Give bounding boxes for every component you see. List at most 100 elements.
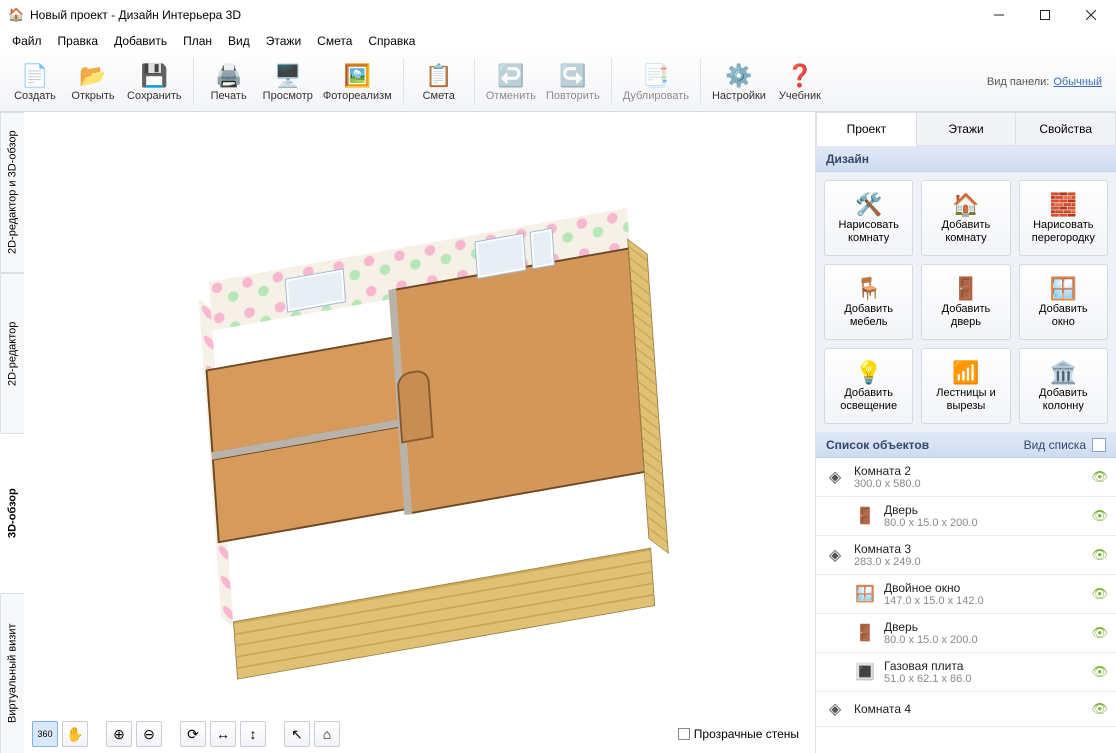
print-button[interactable]: 🖨️Печать <box>200 54 258 109</box>
object-item[interactable]: ◈Комната 3283.0 x 249.0👁 <box>816 536 1116 575</box>
menu-добавить[interactable]: Добавить <box>106 32 175 50</box>
object-name: Газовая плита <box>884 659 971 673</box>
object-door-icon: 🚪 <box>854 505 876 527</box>
viewport-3d[interactable]: 360✋ ⊕⊖ ⟳↔↕ ↖⌂ Прозрачные стены <box>24 112 816 753</box>
object-dimensions: 80.0 x 15.0 x 200.0 <box>884 517 978 529</box>
estimate-label: Смета <box>423 90 455 102</box>
object-name: Комната 2 <box>854 464 921 478</box>
add-door-tool[interactable]: 🚪Добавить дверь <box>921 264 1010 340</box>
realism-button[interactable]: 🖼️Фотореализм <box>318 54 397 109</box>
left-tab-2d-editor[interactable]: 2D-редактор <box>0 273 24 433</box>
save-button[interactable]: 💾Сохранить <box>122 54 187 109</box>
transparent-walls-toggle[interactable]: Прозрачные стены <box>678 727 799 741</box>
open-button[interactable]: 📂Открыть <box>64 54 122 109</box>
settings-button[interactable]: ⚙️Настройки <box>707 54 771 109</box>
stairs-tool[interactable]: 📶Лестницы и вырезы <box>921 348 1010 424</box>
add-column-tool[interactable]: 🏛️Добавить колонну <box>1019 348 1108 424</box>
draw-room-label: Нарисовать комнату <box>838 219 898 245</box>
draw-wall-tool[interactable]: 🧱Нарисовать перегородку <box>1019 180 1108 256</box>
view-tool-zoom-out[interactable]: ⊖ <box>136 721 162 747</box>
view-tool-rotate[interactable]: ⟳ <box>180 721 206 747</box>
add-light-icon: 💡 <box>855 359 882 387</box>
menu-вид[interactable]: Вид <box>220 32 258 50</box>
object-item[interactable]: 🪟Двойное окно147.0 x 15.0 x 142.0👁 <box>816 575 1116 614</box>
print-label: Печать <box>211 90 247 102</box>
menu-смета[interactable]: Смета <box>309 32 360 50</box>
object-item[interactable]: 🔳Газовая плита51.0 x 62.1 x 86.0👁 <box>816 653 1116 692</box>
duplicate-icon: 📑 <box>642 62 669 90</box>
left-tab-2d-3d-review[interactable]: 2D-редактор и 3D-обзор <box>0 112 24 273</box>
right-tab-properties[interactable]: Свойства <box>1016 112 1116 146</box>
object-dimensions: 147.0 x 15.0 x 142.0 <box>884 595 984 607</box>
object-item[interactable]: ◈Комната 2300.0 x 580.0👁 <box>816 458 1116 497</box>
right-panel: ПроектЭтажиСвойства Дизайн 🛠️Нарисовать … <box>816 112 1116 753</box>
stairs-icon: 📶 <box>952 359 979 387</box>
draw-room-tool[interactable]: 🛠️Нарисовать комнату <box>824 180 913 256</box>
preview-button[interactable]: 🖥️Просмотр <box>258 54 318 109</box>
close-button[interactable] <box>1068 1 1114 29</box>
create-button[interactable]: 📄Создать <box>6 54 64 109</box>
object-item[interactable]: 🚪Дверь80.0 x 15.0 x 200.0👁 <box>816 614 1116 653</box>
add-room-label: Добавить комнату <box>942 219 991 245</box>
visibility-eye-icon[interactable]: 👁 <box>1091 701 1108 717</box>
add-column-icon: 🏛️ <box>1050 359 1077 387</box>
left-tab-virtual-visit[interactable]: Виртуальный визит <box>0 593 24 753</box>
object-name: Дверь <box>884 503 978 517</box>
add-room-tool[interactable]: 🏠Добавить комнату <box>921 180 1010 256</box>
visibility-eye-icon[interactable]: 👁 <box>1091 508 1108 524</box>
menubar: ФайлПравкаДобавитьПланВидЭтажиСметаСправ… <box>0 30 1116 52</box>
visibility-eye-icon[interactable]: 👁 <box>1091 586 1108 602</box>
settings-label: Настройки <box>712 90 766 102</box>
view-tool-flip-h[interactable]: ↔ <box>210 721 236 747</box>
object-window-icon: 🪟 <box>854 583 876 605</box>
visibility-eye-icon[interactable]: 👁 <box>1091 547 1108 563</box>
right-tab-floors[interactable]: Этажи <box>917 112 1017 146</box>
list-mode-icon[interactable] <box>1092 438 1106 452</box>
add-door-label: Добавить дверь <box>942 303 991 329</box>
object-name: Комната 3 <box>854 542 921 556</box>
objects-list-mode-label[interactable]: Вид списка <box>1024 438 1086 452</box>
menu-план[interactable]: План <box>175 32 220 50</box>
save-label: Сохранить <box>127 90 182 102</box>
view-tool-zoom-in[interactable]: ⊕ <box>106 721 132 747</box>
add-window-icon: 🪟 <box>1050 275 1077 303</box>
redo-icon: ↪️ <box>559 62 586 90</box>
add-light-tool[interactable]: 💡Добавить освещение <box>824 348 913 424</box>
visibility-eye-icon[interactable]: 👁 <box>1091 625 1108 641</box>
design-tools-grid: 🛠️Нарисовать комнату🏠Добавить комнату🧱На… <box>816 172 1116 432</box>
object-item[interactable]: ◈Комната 4👁 <box>816 692 1116 727</box>
menu-правка[interactable]: Правка <box>50 32 107 50</box>
menu-этажи[interactable]: Этажи <box>258 32 309 50</box>
scene-canvas[interactable] <box>32 120 807 715</box>
visibility-eye-icon[interactable]: 👁 <box>1091 664 1108 680</box>
panel-view-mode-link[interactable]: Обычный <box>1053 76 1102 88</box>
object-name: Комната 4 <box>854 702 911 716</box>
left-tab-3d-review[interactable]: 3D-обзор <box>0 433 24 593</box>
view-tool-select[interactable]: ↖ <box>284 721 310 747</box>
estimate-button[interactable]: 📋Смета <box>410 54 468 109</box>
add-furniture-tool[interactable]: 🪑Добавить мебель <box>824 264 913 340</box>
view-tool-pan[interactable]: ✋ <box>62 721 88 747</box>
visibility-eye-icon[interactable]: 👁 <box>1091 469 1108 485</box>
add-column-label: Добавить колонну <box>1039 387 1088 413</box>
redo-button: ↪️Повторить <box>541 54 605 109</box>
view-tool-home[interactable]: ⌂ <box>314 721 340 747</box>
right-tab-project[interactable]: Проект <box>816 112 917 146</box>
add-furniture-label: Добавить мебель <box>844 303 893 329</box>
menu-файл[interactable]: Файл <box>4 32 50 50</box>
transparent-walls-label: Прозрачные стены <box>694 727 799 741</box>
panel-view-switch: Вид панели: Обычный <box>987 54 1110 109</box>
maximize-button[interactable] <box>1022 1 1068 29</box>
add-furniture-icon: 🪑 <box>855 275 882 303</box>
draw-room-icon: 🛠️ <box>855 191 882 219</box>
object-dimensions: 300.0 x 580.0 <box>854 478 921 490</box>
object-item[interactable]: 🚪 Дверь80.0 x 15.0 x 200.0 👁 <box>816 497 1116 536</box>
tutorial-button[interactable]: ❓Учебник <box>771 54 829 109</box>
view-tool-flip-v[interactable]: ↕ <box>240 721 266 747</box>
minimize-button[interactable] <box>976 1 1022 29</box>
objects-list[interactable]: ◈Комната 2300.0 x 580.0👁🚪Дверь80.0 x 15.… <box>816 458 1116 753</box>
view-tool-orbit-360[interactable]: 360 <box>32 721 58 747</box>
menu-справка[interactable]: Справка <box>360 32 423 50</box>
objects-header-label: Список объектов <box>826 438 929 452</box>
add-window-tool[interactable]: 🪟Добавить окно <box>1019 264 1108 340</box>
